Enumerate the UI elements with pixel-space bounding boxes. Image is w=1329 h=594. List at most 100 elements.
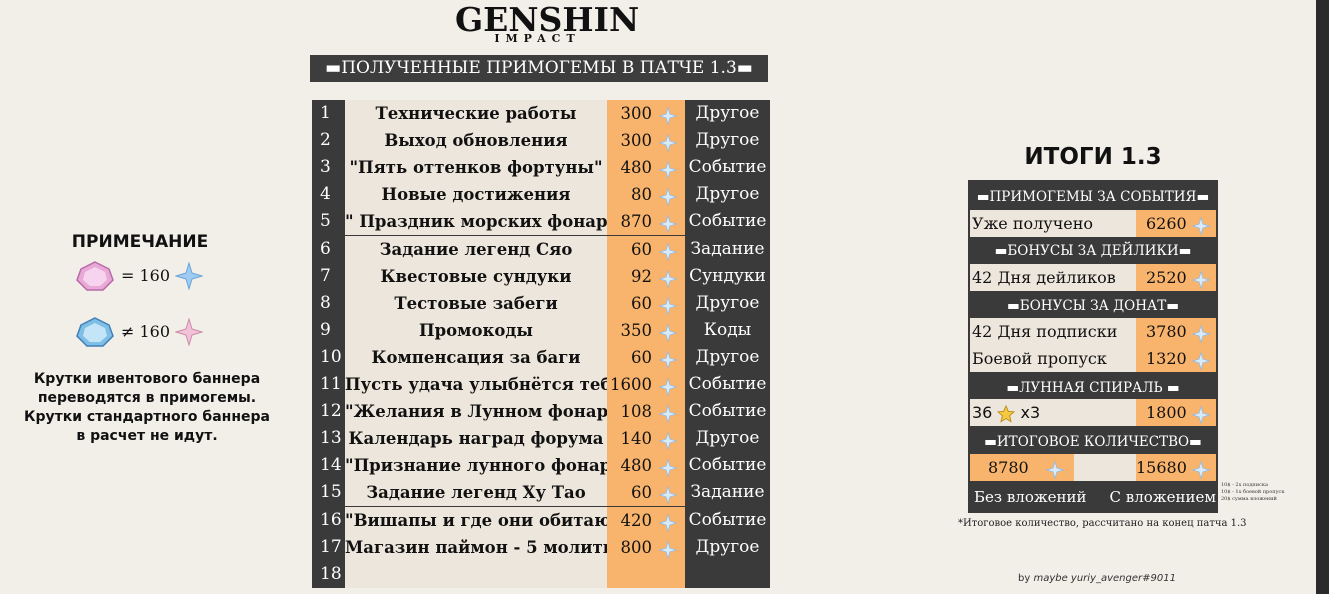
label-free: Без вложений bbox=[974, 488, 1087, 506]
table-row: 8 Тестовые забеги 60 Другое bbox=[312, 289, 770, 317]
row-name bbox=[345, 560, 607, 588]
table-row: 16 "Вишапы и где они обитают" 420 Событие bbox=[312, 506, 770, 534]
note-text: Крутки ивентового баннера переводятся в … bbox=[12, 370, 282, 446]
row-number: 14 bbox=[320, 455, 342, 476]
row-value: 870 bbox=[620, 212, 653, 232]
row-name: Выход обновления bbox=[345, 127, 607, 155]
note-equal-text: = 160 bbox=[121, 266, 171, 285]
genshin-logo: GENSHIN IMPACT bbox=[455, 2, 639, 45]
table-row: 9 Промокоды 350 Коды bbox=[312, 316, 770, 344]
donate-header: ▬БОНУСЫ ЗА ДОНАТ▬ bbox=[1007, 298, 1179, 314]
credit-author: maybe yuriy_avenger#9011 bbox=[1033, 573, 1176, 584]
abyss-label: 36 x3 bbox=[972, 399, 1040, 426]
events-label: Уже получено bbox=[972, 214, 1094, 233]
row-name: "Признание лунного фонаря" bbox=[345, 452, 607, 480]
row-category: Событие bbox=[688, 374, 767, 394]
row-value-cell: 300 bbox=[607, 127, 685, 155]
row-name: "Желания в Лунном фонаре" bbox=[345, 398, 607, 426]
row-value: 800 bbox=[620, 537, 653, 557]
row-name: "Вишапы и где они обитают" bbox=[345, 506, 607, 534]
row-value-cell: 350 bbox=[607, 316, 685, 344]
row-value-cell: 800 bbox=[607, 533, 685, 561]
row-category: Другое bbox=[695, 428, 760, 449]
row-category: Событие bbox=[688, 401, 767, 422]
abyss-count: 36 bbox=[972, 403, 993, 422]
row-value-cell: 870 bbox=[607, 208, 685, 236]
row-number: 3 bbox=[320, 157, 331, 178]
row-category: Событие bbox=[688, 455, 767, 476]
table-row: 1 Технические работы 300 Другое bbox=[312, 100, 770, 128]
row-number: 17 bbox=[320, 536, 342, 557]
subscription-value: 3780 bbox=[1146, 322, 1187, 341]
subscription-label: 42 Дня подписки bbox=[972, 322, 1118, 341]
row-number: 2 bbox=[320, 130, 331, 151]
row-name: Тестовые забеги bbox=[345, 289, 607, 317]
table-row: 11 Пусть удача улыбнётся тебе 1600 Событие bbox=[312, 371, 770, 399]
daily-value: 2520 bbox=[1146, 268, 1187, 287]
row-number: 7 bbox=[320, 265, 331, 286]
row-number: 13 bbox=[320, 428, 342, 449]
row-value-cell: 300 bbox=[607, 100, 685, 128]
summary-panel: ▬ПРИМОГЕМЫ ЗА СОБЫТИЯ▬ Уже получено 6260… bbox=[968, 180, 1218, 513]
battlepass-row: Боевой пропуск 1320 bbox=[970, 345, 1216, 372]
abyss-star-icon bbox=[997, 404, 1016, 423]
row-value: 300 bbox=[620, 104, 653, 123]
abyss-header: ▬ЛУННАЯ СПИРАЛЬ ▬ bbox=[1006, 380, 1180, 396]
total-header: ▬ИТОГОВОЕ КОЛИЧЕСТВО▬ bbox=[984, 434, 1202, 450]
row-number: 6 bbox=[320, 238, 331, 259]
table-row: 18 bbox=[312, 560, 770, 588]
row-category: Другое bbox=[695, 292, 760, 313]
row-number: 8 bbox=[320, 292, 331, 313]
table-row: 7 Квестовые сундуки 92 Сундуки bbox=[312, 262, 770, 290]
row-value-cell: 60 bbox=[607, 235, 685, 263]
table-row: 6 Задание легенд Сяо 60 Задание bbox=[312, 235, 770, 263]
row-value-cell: 60 bbox=[607, 343, 685, 371]
row-category: Другое bbox=[695, 103, 760, 123]
row-number: 18 bbox=[320, 563, 342, 584]
row-category: Событие bbox=[688, 211, 767, 232]
row-name: " Праздник морских фонарей" bbox=[345, 208, 607, 236]
row-category: Событие bbox=[688, 157, 767, 178]
daily-header: ▬БОНУСЫ ЗА ДЕЙЛИКИ▬ bbox=[994, 243, 1192, 259]
battlepass-label: Боевой пропуск bbox=[972, 349, 1107, 368]
footnote: *Итоговое количество, рассчитано на коне… bbox=[958, 518, 1247, 529]
table-row: 12 "Желания в Лунном фонаре" 108 Событие bbox=[312, 398, 770, 426]
row-number: 11 bbox=[320, 374, 342, 394]
row-value-cell: 1600 bbox=[607, 371, 685, 399]
row-value: 300 bbox=[620, 131, 653, 151]
row-value: 480 bbox=[620, 158, 653, 178]
table-row: 5 " Праздник морских фонарей" 870 Событие bbox=[312, 208, 770, 236]
row-number: 15 bbox=[320, 482, 342, 503]
row-name: Квестовые сундуки bbox=[345, 262, 607, 290]
row-name: Технические работы bbox=[345, 100, 607, 128]
row-value: 60 bbox=[631, 347, 652, 367]
row-value-cell: 92 bbox=[607, 262, 685, 290]
row-number: 16 bbox=[320, 509, 342, 530]
row-category: Другое bbox=[695, 184, 760, 205]
breakdown-line: 10$ - 2x подписка bbox=[1221, 482, 1268, 488]
note-title: ПРИМЕЧАНИЕ bbox=[71, 232, 209, 252]
row-value-cell bbox=[607, 560, 685, 588]
abyss-row: 36 x3 1800 bbox=[970, 399, 1216, 426]
daily-label: 42 Дня дейликов bbox=[972, 268, 1116, 287]
row-value-cell: 480 bbox=[607, 154, 685, 182]
note-text-line: переводятся в примогемы. bbox=[37, 390, 257, 406]
row-value: 92 bbox=[631, 266, 652, 286]
row-number: 4 bbox=[320, 184, 331, 205]
row-category bbox=[685, 561, 770, 588]
row-value: 350 bbox=[620, 320, 653, 340]
primogem-icon bbox=[1191, 351, 1211, 378]
note-text-line: Крутки стандартного баннера bbox=[24, 409, 270, 425]
total-labels: Без вложений С вложением bbox=[968, 482, 1218, 513]
row-name: Компенсация за баги bbox=[345, 343, 607, 371]
note-equal-line: = 160 bbox=[75, 258, 215, 294]
row-name: Календарь наград форума bbox=[345, 425, 607, 453]
battlepass-value: 1320 bbox=[1146, 349, 1187, 368]
total-free-value: 8780 bbox=[988, 458, 1029, 477]
row-name: Задание легенд Сяо bbox=[345, 235, 607, 263]
row-value-cell: 80 bbox=[607, 181, 685, 209]
table-row: 13 Календарь наград форума 140 Другое bbox=[312, 425, 770, 453]
abyss-multiplier: x3 bbox=[1020, 403, 1041, 422]
edge-strip bbox=[1316, 0, 1329, 594]
row-value-cell: 480 bbox=[607, 452, 685, 480]
